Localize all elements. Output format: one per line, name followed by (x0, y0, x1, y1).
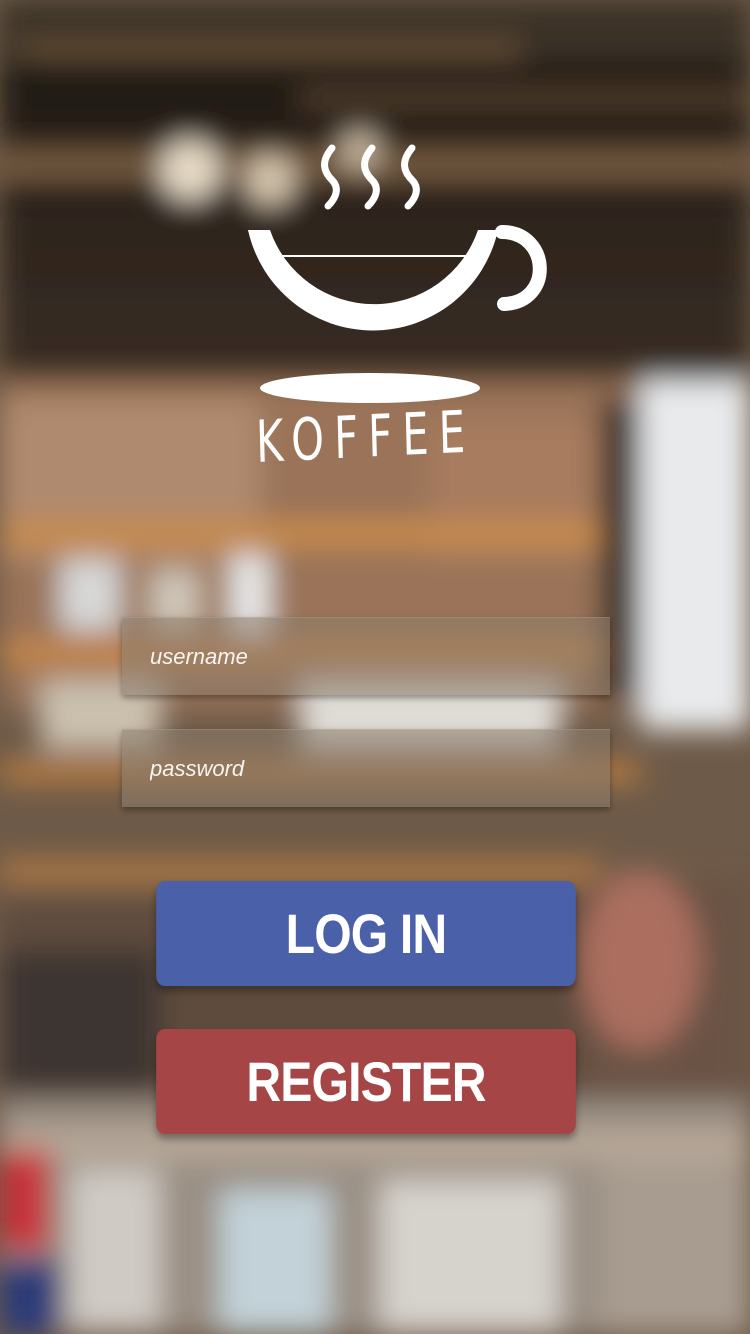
password-input[interactable] (150, 755, 610, 782)
register-button[interactable]: REGISTER (156, 1029, 576, 1134)
register-button-label: REGISTER (246, 1050, 486, 1113)
username-field[interactable] (122, 617, 610, 695)
login-screen: KOFFEE LOG IN REGISTER (0, 0, 750, 1334)
steam-icon (321, 144, 420, 210)
username-input[interactable] (150, 643, 610, 670)
password-field[interactable] (122, 729, 610, 807)
login-button[interactable]: LOG IN (156, 881, 576, 986)
brand-name: KOFFEE (255, 397, 476, 476)
coffee-cup-icon (248, 225, 547, 331)
login-button-label: LOG IN (285, 902, 448, 965)
